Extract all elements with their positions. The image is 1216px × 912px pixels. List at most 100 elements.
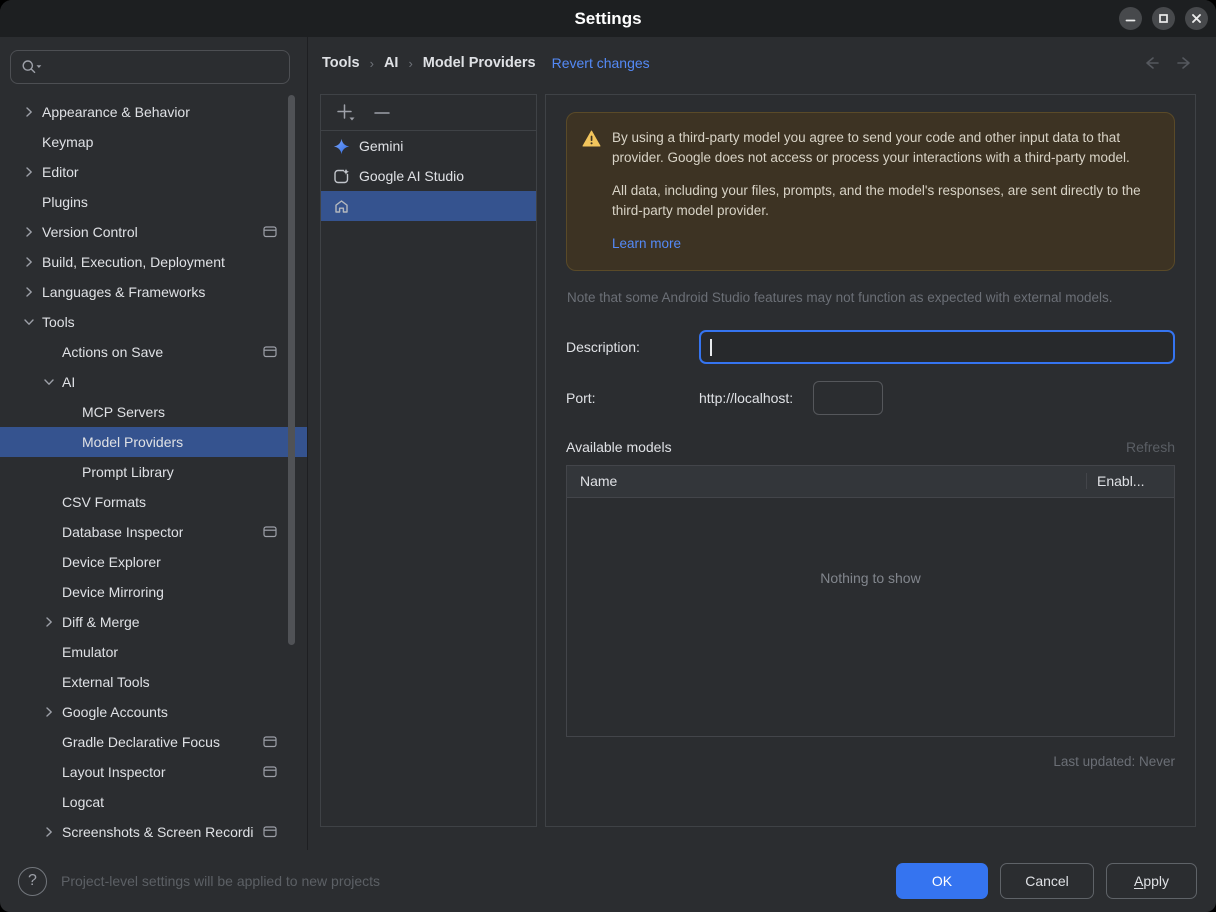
sidebar-item-label: CSV Formats	[62, 494, 147, 510]
sidebar-item-layout-inspector[interactable]: Layout Inspector	[0, 757, 307, 787]
home-icon-wrap	[333, 198, 350, 215]
project-settings-badge	[263, 735, 277, 751]
chevron-right-icon	[26, 287, 32, 297]
sidebar-scrollbar[interactable]	[288, 95, 295, 645]
sidebar-item-build-execution-deployment[interactable]: Build, Execution, Deployment	[0, 247, 307, 277]
project-settings-badge	[263, 765, 277, 781]
expand-toggle[interactable]	[16, 284, 42, 300]
expand-toggle[interactable]	[16, 164, 42, 180]
third-party-warning: By using a third-party model you agree t…	[566, 112, 1175, 271]
titlebar: Settings	[0, 0, 1216, 37]
sidebar-item-model-providers[interactable]: Model Providers	[0, 427, 307, 457]
window-title: Settings	[574, 8, 642, 28]
sidebar-item-label: Tools	[42, 314, 75, 330]
learn-more-link[interactable]: Learn more	[612, 234, 681, 254]
expand-toggle[interactable]	[16, 314, 42, 330]
back-arrow-icon[interactable]	[1140, 56, 1160, 70]
sidebar-item-label: Google Accounts	[62, 704, 168, 720]
sidebar-item-gradle-declarative-focus[interactable]: Gradle Declarative Focus	[0, 727, 307, 757]
sidebar-item-device-explorer[interactable]: Device Explorer	[0, 547, 307, 577]
column-header-enabled[interactable]: Enabl...	[1086, 473, 1174, 490]
breadcrumb-model-providers: Model Providers	[422, 55, 536, 71]
sidebar-item-database-inspector[interactable]: Database Inspector	[0, 517, 307, 547]
breadcrumb-tools[interactable]: Tools	[322, 55, 360, 71]
expand-toggle[interactable]	[36, 374, 62, 390]
sidebar-item-device-mirroring[interactable]: Device Mirroring	[0, 577, 307, 607]
sidebar-item-diff-merge[interactable]: Diff & Merge	[0, 607, 307, 637]
sidebar-item-screenshots-screen-recordi[interactable]: Screenshots & Screen Recordi	[0, 817, 307, 847]
sidebar-item-languages-frameworks[interactable]: Languages & Frameworks	[0, 277, 307, 307]
gemini-icon	[333, 138, 350, 154]
apply-button[interactable]: Apply	[1106, 863, 1197, 899]
sidebar-item-version-control[interactable]: Version Control	[0, 217, 307, 247]
sidebar-item-external-tools[interactable]: External Tools	[0, 667, 307, 697]
refresh-button[interactable]: Refresh	[1126, 439, 1175, 455]
sidebar-item-keymap[interactable]: Keymap	[0, 127, 307, 157]
expand-toggle[interactable]	[16, 224, 42, 240]
add-provider-button[interactable]	[335, 103, 357, 123]
sidebar-item-label: Build, Execution, Deployment	[42, 254, 225, 270]
sidebar-item-label: Screenshots & Screen Recordi	[62, 824, 254, 840]
port-label: Port:	[566, 389, 596, 406]
port-input[interactable]	[813, 380, 884, 415]
sidebar-item-actions-on-save[interactable]: Actions on Save	[0, 337, 307, 367]
project-settings-badge	[263, 345, 277, 361]
help-button[interactable]: ?	[18, 866, 47, 896]
maximize-button[interactable]	[1152, 7, 1175, 30]
sidebar-item-tools[interactable]: Tools	[0, 307, 307, 337]
sidebar-item-prompt-library[interactable]: Prompt Library	[0, 457, 307, 487]
project-settings-badge	[263, 225, 277, 241]
sidebar-item-mcp-servers[interactable]: MCP Servers	[0, 397, 307, 427]
provider-item-google-ai-studio[interactable]: Google AI Studio	[321, 161, 536, 191]
sidebar-item-logcat[interactable]: Logcat	[0, 787, 307, 817]
sidebar-item-label: Device Mirroring	[62, 584, 164, 600]
search-input[interactable]	[10, 50, 290, 84]
ok-button[interactable]: OK	[896, 863, 988, 899]
breadcrumb-separator: ›	[408, 55, 413, 71]
available-models-label: Available models	[566, 438, 672, 455]
project-settings-icon	[263, 226, 277, 238]
minus-icon	[374, 111, 390, 114]
sidebar-item-label: Prompt Library	[82, 464, 174, 480]
close-button[interactable]	[1185, 7, 1208, 30]
expand-toggle[interactable]	[36, 704, 62, 720]
sidebar-item-google-accounts[interactable]: Google Accounts	[0, 697, 307, 727]
chevron-right-icon	[46, 707, 52, 717]
expand-toggle[interactable]	[16, 104, 42, 120]
settings-sidebar: Appearance & Behavior Keymap Editor Plugins…	[0, 37, 308, 850]
sidebar-item-ai[interactable]: AI	[0, 367, 307, 397]
expand-toggle[interactable]	[16, 254, 42, 270]
warning-paragraph-2: All data, including your files, prompts,…	[612, 182, 1141, 218]
sidebar-item-editor[interactable]: Editor	[0, 157, 307, 187]
project-settings-icon	[263, 826, 277, 838]
external-models-note: Note that some Android Studio features m…	[567, 289, 1113, 305]
cancel-button[interactable]: Cancel	[1000, 863, 1094, 899]
sidebar-item-label: Actions on Save	[62, 344, 164, 360]
expand-toggle[interactable]	[36, 824, 62, 840]
expand-toggle[interactable]	[36, 614, 62, 630]
provider-item-gemini[interactable]: Gemini	[321, 131, 536, 161]
sidebar-item-csv-formats[interactable]: CSV Formats	[0, 487, 307, 517]
minimize-button[interactable]	[1119, 7, 1142, 30]
sidebar-item-emulator[interactable]: Emulator	[0, 637, 307, 667]
sidebar-item-plugins[interactable]: Plugins	[0, 187, 307, 217]
sidebar-item-appearance-behavior[interactable]: Appearance & Behavior	[0, 97, 307, 127]
text-caret	[710, 338, 712, 356]
column-header-name[interactable]: Name	[567, 473, 1086, 489]
remove-provider-button[interactable]	[371, 103, 393, 123]
revert-changes-link[interactable]: Revert changes	[552, 55, 650, 71]
sidebar-item-label: Languages & Frameworks	[42, 284, 206, 300]
chevron-right-icon	[26, 167, 32, 177]
description-input[interactable]	[699, 329, 1175, 364]
forward-arrow-icon[interactable]	[1176, 56, 1196, 70]
chevron-down-icon	[24, 319, 34, 325]
sidebar-item-label: Appearance & Behavior	[42, 104, 190, 120]
models-table: Name Enabl... Nothing to show	[566, 464, 1175, 737]
sidebar-item-label: Gradle Declarative Focus	[62, 734, 220, 750]
project-settings-icon	[263, 766, 277, 778]
provider-item-new[interactable]	[321, 191, 536, 221]
description-label: Description:	[566, 338, 640, 355]
dialog-footer: ? Project-level settings will be applied…	[0, 850, 1216, 912]
breadcrumb-ai[interactable]: AI	[384, 55, 399, 71]
last-updated-text: Last updated: Never	[1053, 753, 1175, 769]
